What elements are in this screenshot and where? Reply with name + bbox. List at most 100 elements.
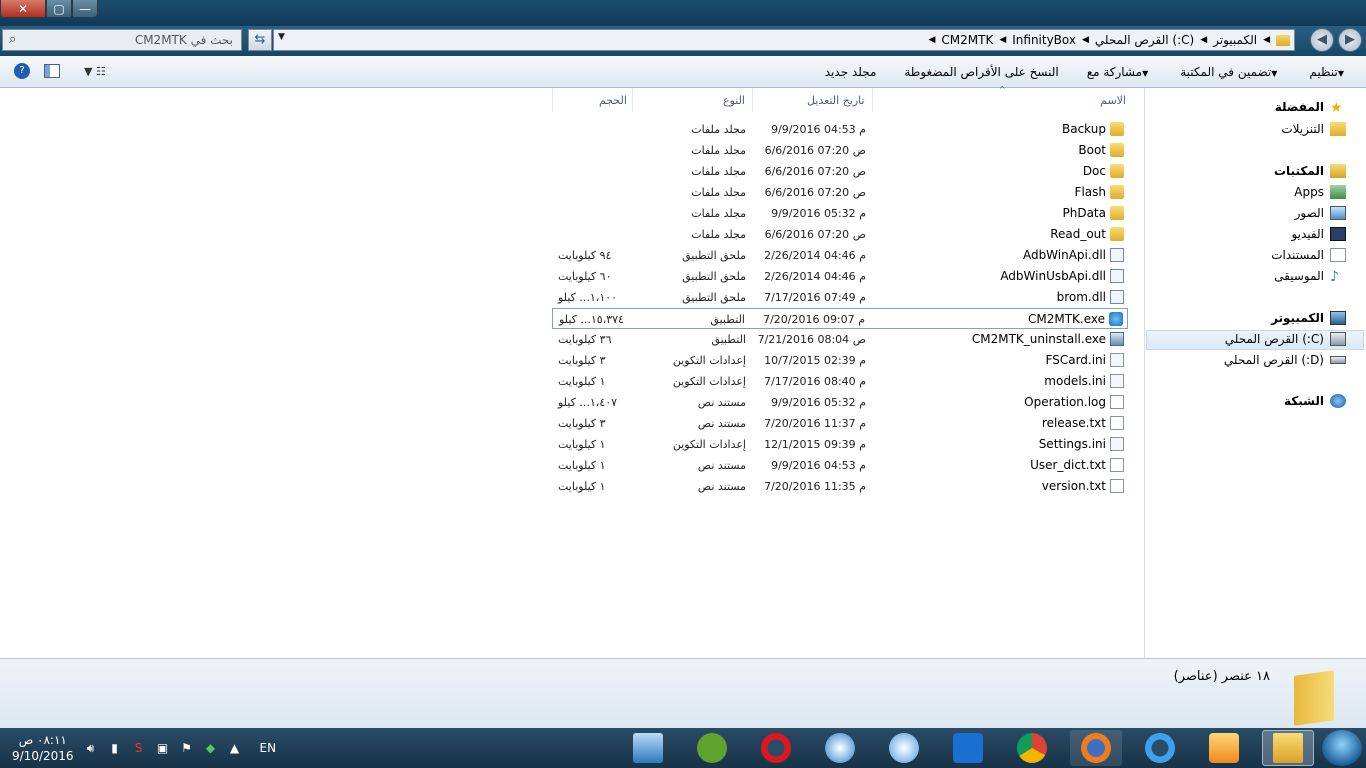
safari-icon[interactable] [878, 730, 930, 766]
maximize-button[interactable]: ▢ [46, 0, 72, 18]
action-center-icon[interactable]: ⚑ [180, 741, 194, 755]
security-icon[interactable]: S [132, 741, 146, 755]
nav-computer[interactable]: الكمبيوتر [1271, 311, 1346, 325]
table-row[interactable]: Settings.ini 12/1/2015 09:39 م إعدادات الت… [552, 434, 1128, 455]
item-count: ١٨ عنصر (عناصر) [1173, 669, 1270, 684]
new-folder-button[interactable]: مجلد جديد [825, 65, 877, 79]
nav-pictures[interactable]: الصور [1295, 206, 1346, 220]
column-date[interactable]: تاريخ التعديل [752, 88, 872, 112]
breadcrumb: ◀ الكمبيوتر ◀ القرص المحلي (:C) ◀ Infini… [928, 33, 1290, 47]
volume-icon[interactable]: 🔊︎ [84, 741, 98, 755]
minimize-button[interactable]: — [72, 0, 98, 18]
maxthon-icon[interactable] [942, 730, 994, 766]
nav-documents[interactable]: المستندات [1271, 248, 1346, 262]
opera-icon[interactable] [750, 730, 802, 766]
organize-menu[interactable]: تنظيم▼ [1309, 65, 1348, 79]
start-button[interactable] [1322, 730, 1362, 766]
show-hidden-icons[interactable]: ▲ [228, 741, 242, 755]
breadcrumb-cm2mtk[interactable]: CM2MTK [941, 33, 993, 47]
forward-button[interactable]: ◀ [1310, 28, 1334, 52]
column-name[interactable]: الاسم ^ [872, 85, 1128, 112]
file-date: 6/6/2016 07:20 ص [764, 165, 866, 178]
dropdown-arrow-icon: ▼ [1142, 69, 1149, 78]
text-file-icon [1110, 479, 1124, 493]
table-row[interactable]: Doc 6/6/2016 07:20 ص مجلد ملفات [552, 161, 1128, 182]
clock[interactable]: ٠٨:١١ ص 9/10/2016 [12, 732, 74, 764]
search-icon[interactable]: ⌕ [9, 32, 16, 47]
power-icon[interactable]: ▮ [108, 741, 122, 755]
address-bar[interactable]: ▼ ◀ الكمبيوتر ◀ القرص المحلي (:C) ◀ Infi… [273, 29, 1295, 51]
media-player-icon[interactable] [1198, 730, 1250, 766]
table-row[interactable]: FSCard.ini 10/7/2015 02:39 م إعدادات التكو… [552, 350, 1128, 371]
back-button[interactable]: ▶ [1338, 28, 1362, 52]
table-row[interactable]: CM2MTK.exe 7/20/2016 09:07 م التطبيق ١٥،٣٧٤… [552, 308, 1128, 329]
breadcrumb-computer[interactable]: الكمبيوتر [1213, 33, 1257, 47]
nav-network[interactable]: الشبكة [1284, 394, 1346, 408]
download-manager-icon[interactable] [622, 730, 674, 766]
table-row[interactable]: Read_out 6/6/2016 07:20 ص مجلد ملفات [552, 224, 1128, 245]
help-icon[interactable]: ? [14, 63, 30, 79]
table-row[interactable]: Flash 6/6/2016 07:20 ص مجلد ملفات [552, 182, 1128, 203]
table-row[interactable]: AdbWinUsbApi.dll 2/26/2014 04:46 م ملحق ال… [552, 266, 1128, 287]
file-date: 2/26/2014 04:46 م [764, 270, 866, 283]
breadcrumb-infinitybox[interactable]: InfinityBox [1012, 33, 1076, 47]
file-name: version.txt [1041, 479, 1106, 493]
chrome-icon[interactable] [1006, 730, 1058, 766]
sort-arrow-icon: ^ [999, 85, 1006, 94]
breadcrumb-drive-c[interactable]: القرص المحلي (:C) [1095, 33, 1194, 47]
table-row[interactable]: PhData 9/9/2016 05:32 م مجلد ملفات [552, 203, 1128, 224]
file-name: brom.dll [1056, 290, 1106, 304]
taskbar: ٠٨:١١ ص 9/10/2016 🔊︎ ▮ S ▣ ⚑ ◆ ▲ EN [0, 728, 1366, 768]
dll-icon [1110, 248, 1124, 262]
refresh-button[interactable]: ⇆ [248, 29, 272, 51]
table-row[interactable]: Boot 6/6/2016 07:20 ص مجلد ملفات [552, 140, 1128, 161]
utorrent-icon[interactable] [686, 730, 738, 766]
close-button[interactable]: ✕ [0, 0, 46, 18]
chevron-icon[interactable]: ◀ [999, 35, 1006, 45]
table-row[interactable]: AdbWinApi.dll 2/26/2014 04:46 م ملحق التطب… [552, 245, 1128, 266]
nav-videos[interactable]: الفيديو [1291, 227, 1346, 241]
forward-arrow-icon: ◀ [1317, 32, 1327, 47]
burn-button[interactable]: النسخ على الأقراص المضغوطة [904, 65, 1058, 79]
nav-drive-d[interactable]: القرص المحلي (:D) [1224, 353, 1346, 367]
uninstall-icon [1110, 332, 1124, 346]
system-tray: ٠٨:١١ ص 9/10/2016 🔊︎ ▮ S ▣ ⚑ ◆ ▲ EN [12, 732, 276, 764]
table-row[interactable]: Backup 9/9/2016 04:53 م مجلد ملفات [552, 119, 1128, 140]
include-library-menu[interactable]: تضمين في المكتبة▼ [1180, 65, 1281, 79]
file-name: AdbWinApi.dll [1022, 248, 1106, 262]
table-row[interactable]: version.txt 7/20/2016 11:35 م مستند نص ١ كي… [552, 476, 1128, 497]
table-row[interactable]: brom.dll 7/17/2016 07:49 م ملحق التطبيق ١،١… [552, 287, 1128, 308]
chevron-icon[interactable]: ◀ [928, 35, 935, 45]
nav-drive-c[interactable]: القرص المحلي (:C) [1225, 332, 1346, 346]
tray-app-icon[interactable]: ▣ [156, 741, 170, 755]
nav-apps[interactable]: Apps [1294, 185, 1346, 199]
table-row[interactable]: User_dict.txt 9/9/2016 04:53 م مستند نص ١ ك… [552, 455, 1128, 476]
computer-icon [1330, 311, 1346, 325]
internet-explorer-icon[interactable] [1134, 730, 1186, 766]
search-input[interactable]: ⌕ بحث في CM2MTK [2, 29, 242, 51]
firefox-icon[interactable] [1070, 730, 1122, 766]
view-options-icon[interactable]: ▼ ☷ [84, 65, 106, 78]
maxthon-swirl-icon[interactable] [814, 730, 866, 766]
column-type[interactable]: النوع [632, 88, 752, 112]
chevron-icon[interactable]: ◀ [1200, 35, 1207, 45]
table-row[interactable]: Operation.log 9/9/2016 05:32 م مستند نص ١،٤… [552, 392, 1128, 413]
table-row[interactable]: CM2MTK_uninstall.exe 7/21/2016 08:04 ص الت… [552, 329, 1128, 350]
file-list: الحجم النوع تاريخ التعديل الاسم ^ Backup 9… [0, 85, 1144, 658]
address-history-dropdown[interactable]: ▼ [278, 32, 285, 42]
chevron-icon[interactable]: ◀ [1082, 35, 1089, 45]
nav-favorites[interactable]: ★ المفضلة [1275, 100, 1346, 116]
network-tray-icon[interactable]: ◆ [204, 741, 218, 755]
table-row[interactable]: release.txt 7/20/2016 11:37 م مستند نص ٣ كي… [552, 413, 1128, 434]
table-row[interactable]: models.ini 7/17/2016 08:40 م إعدادات التكو… [552, 371, 1128, 392]
language-indicator[interactable]: EN [260, 741, 277, 755]
chevron-icon[interactable]: ◀ [1263, 35, 1270, 45]
nav-downloads[interactable]: التنزيلات [1281, 122, 1346, 136]
file-name: FSCard.ini [1045, 353, 1106, 367]
preview-pane-icon[interactable] [44, 64, 60, 78]
nav-libraries[interactable]: المكتبات [1274, 164, 1346, 178]
share-with-menu[interactable]: مشاركة مع▼ [1087, 65, 1153, 79]
explorer-taskbar-icon[interactable] [1262, 730, 1314, 766]
column-size[interactable]: الحجم [552, 88, 632, 112]
nav-music[interactable]: ♪ الموسيقى [1274, 269, 1346, 285]
